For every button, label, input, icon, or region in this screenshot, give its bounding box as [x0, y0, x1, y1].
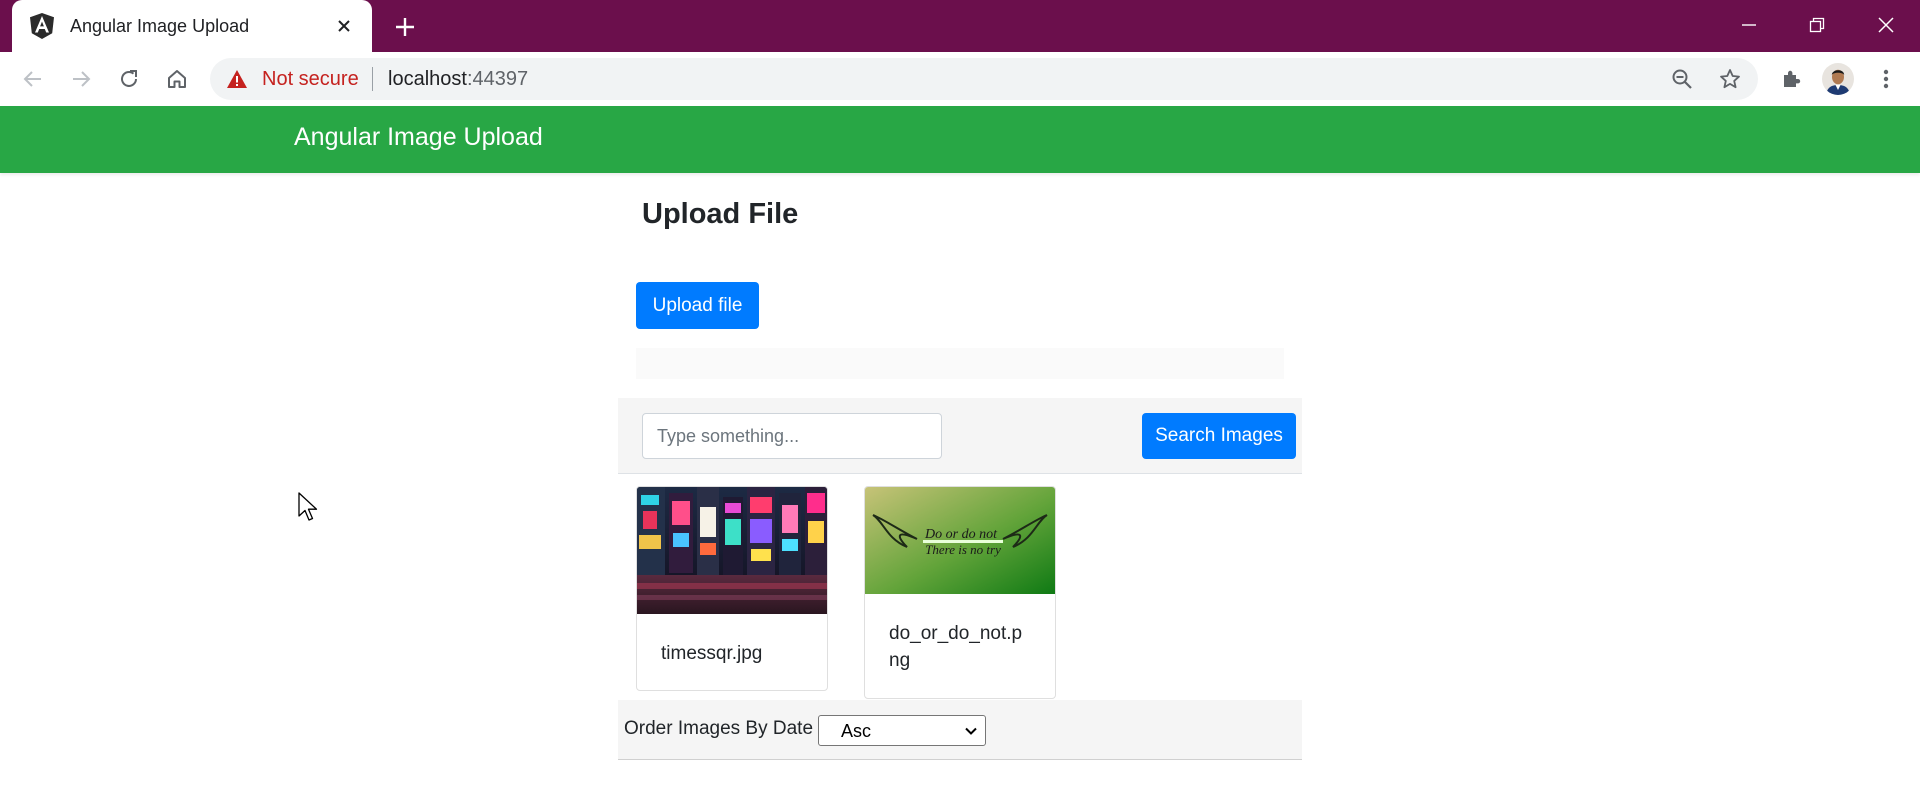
search-input[interactable] — [642, 413, 942, 459]
image-filename: timessqr.jpg — [661, 643, 763, 664]
order-bar: Order Images By Date : Asc — [618, 700, 1302, 760]
order-label: Order Images By Date : — [624, 718, 824, 739]
image-filename: do_or_do_not.png — [889, 623, 1023, 671]
warning-icon — [227, 70, 247, 88]
browser-titlebar: Angular Image Upload — [0, 0, 1920, 52]
order-selected-value: Asc — [841, 721, 872, 741]
address-separator — [372, 67, 373, 91]
address-bar[interactable]: Not secure localhost:44397 — [210, 58, 1758, 100]
chevron-down-icon — [965, 727, 977, 735]
plus-icon[interactable] — [390, 12, 420, 42]
timessqr-thumbnail — [637, 487, 827, 614]
angular-favicon-icon — [30, 13, 54, 39]
kebab-menu-icon[interactable] — [1870, 63, 1902, 95]
mouse-cursor-icon — [298, 492, 318, 521]
minimize-icon[interactable] — [1734, 10, 1764, 40]
url-text[interactable]: localhost:44397 — [388, 68, 528, 91]
not-secure-label[interactable]: Not secure — [262, 68, 359, 91]
navbar-brand[interactable]: Angular Image Upload — [294, 123, 543, 152]
restore-icon[interactable] — [1802, 10, 1832, 40]
browser-toolbar: Not secure localhost:44397 — [0, 52, 1920, 106]
tab-title: Angular Image Upload — [70, 15, 250, 36]
image-card[interactable]: Do or do not There is no try do_or_do_no… — [864, 486, 1056, 699]
close-window-icon[interactable] — [1871, 10, 1901, 40]
home-icon[interactable] — [162, 64, 192, 94]
extensions-icon[interactable] — [1775, 63, 1807, 95]
upload-file-button[interactable]: Upload file — [636, 282, 759, 329]
zoom-out-icon[interactable] — [1669, 66, 1695, 92]
close-tab-icon[interactable] — [332, 14, 356, 38]
image-caption-line1: Do or do not — [924, 527, 998, 542]
search-bar: Search Images — [618, 398, 1302, 474]
do-or-do-not-thumbnail: Do or do not There is no try — [865, 487, 1055, 594]
avatar[interactable] — [1822, 63, 1854, 95]
order-select[interactable]: Asc — [818, 715, 986, 746]
forward-arrow-icon[interactable] — [66, 64, 96, 94]
back-arrow-icon[interactable] — [18, 64, 48, 94]
image-card[interactable]: timessqr.jpg — [636, 486, 828, 691]
image-caption-line2: There is no try — [925, 542, 1001, 557]
browser-tab[interactable]: Angular Image Upload — [12, 0, 372, 52]
star-icon[interactable] — [1717, 66, 1743, 92]
reload-icon[interactable] — [114, 64, 144, 94]
app-navbar: Angular Image Upload — [0, 106, 1920, 173]
url-port: :44397 — [466, 68, 529, 90]
url-host: localhost — [388, 68, 467, 90]
page-title: Upload File — [642, 198, 799, 230]
upload-progress-area — [636, 348, 1284, 379]
search-images-button[interactable]: Search Images — [1142, 413, 1296, 459]
